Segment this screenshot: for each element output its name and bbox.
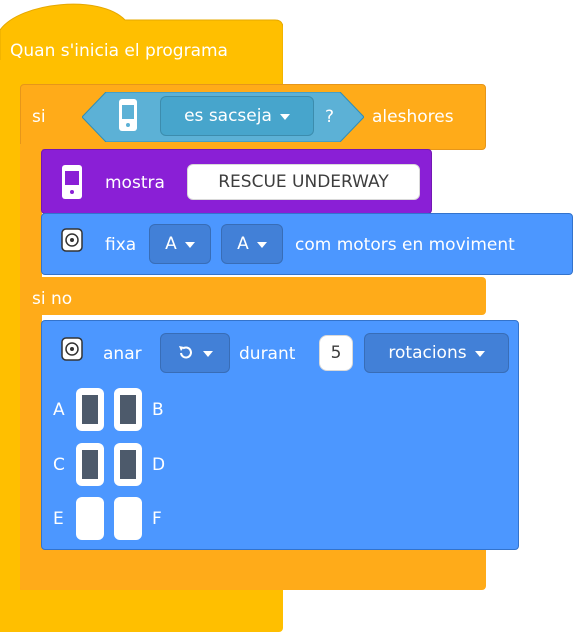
- light-matrix-icon: [62, 165, 82, 199]
- motor-set-block[interactable]: fixa A A com motors en moviment: [41, 213, 573, 275]
- chevron-down-icon: [256, 242, 267, 248]
- if-arm: [20, 144, 42, 590]
- port-B-fill: [120, 395, 136, 424]
- if-bottom-bar: [20, 546, 486, 590]
- direction-dropdown[interactable]: [160, 333, 230, 373]
- port-B-toggle[interactable]: [114, 388, 142, 431]
- motor-run-block[interactable]: anar durant 5 rotacions A B C D E F: [41, 320, 519, 550]
- port-A-toggle[interactable]: [76, 388, 104, 431]
- hat-bottom: [0, 590, 283, 632]
- port-selector[interactable]: A B C D E F: [42, 385, 182, 545]
- port-C-toggle[interactable]: [76, 443, 104, 486]
- port-label-A: A: [53, 400, 65, 420]
- port-D-fill: [120, 450, 136, 479]
- during-label: durant: [239, 344, 296, 364]
- gesture-dropdown[interactable]: es sacseja: [160, 96, 314, 136]
- port-label-E: E: [53, 509, 64, 529]
- chevron-down-icon: [184, 242, 195, 248]
- chevron-down-icon: [203, 351, 213, 357]
- display-text-block[interactable]: mostra RESCUE UNDERWAY: [41, 149, 432, 214]
- port-label-B: B: [152, 400, 164, 420]
- hub-icon: [119, 99, 137, 131]
- chevron-down-icon: [279, 114, 290, 120]
- port-dropdown-2-value: A: [237, 234, 249, 254]
- motor-icon: [61, 337, 83, 361]
- hat-label: Quan s'inicia el programa: [10, 41, 228, 61]
- amount-input[interactable]: 5: [319, 335, 353, 371]
- chevron-down-icon: [474, 351, 485, 357]
- condition-mark: ?: [325, 107, 335, 127]
- display-text-field[interactable]: RESCUE UNDERWAY: [187, 164, 420, 200]
- if-label: si: [32, 107, 46, 127]
- hat-arm: [0, 60, 22, 632]
- motor-icon: [61, 228, 83, 252]
- port-label-D: D: [152, 455, 166, 475]
- port-dropdown-2[interactable]: A: [221, 224, 283, 264]
- port-dropdown-1-value: A: [165, 234, 177, 254]
- display-label: mostra: [105, 173, 165, 193]
- else-label: si no: [32, 289, 73, 309]
- rotate-ccw-icon: [179, 346, 192, 359]
- port-dropdown-1[interactable]: A: [149, 224, 211, 264]
- port-E-toggle[interactable]: [76, 497, 104, 540]
- port-D-toggle[interactable]: [114, 443, 142, 486]
- else-bar: [20, 277, 486, 315]
- port-label-C: C: [53, 455, 65, 475]
- port-label-F: F: [152, 509, 162, 529]
- motor-set-label: fixa: [105, 235, 137, 255]
- then-label: aleshores: [372, 107, 454, 127]
- port-C-fill: [82, 450, 98, 479]
- unit-dropdown-value: rotacions: [388, 343, 467, 363]
- motor-set-suffix: com motors en moviment: [295, 235, 515, 255]
- port-A-fill: [82, 395, 98, 424]
- port-F-toggle[interactable]: [114, 497, 142, 540]
- motor-run-label: anar: [103, 344, 142, 364]
- gesture-dropdown-value: es sacseja: [184, 106, 272, 126]
- unit-dropdown[interactable]: rotacions: [364, 333, 509, 373]
